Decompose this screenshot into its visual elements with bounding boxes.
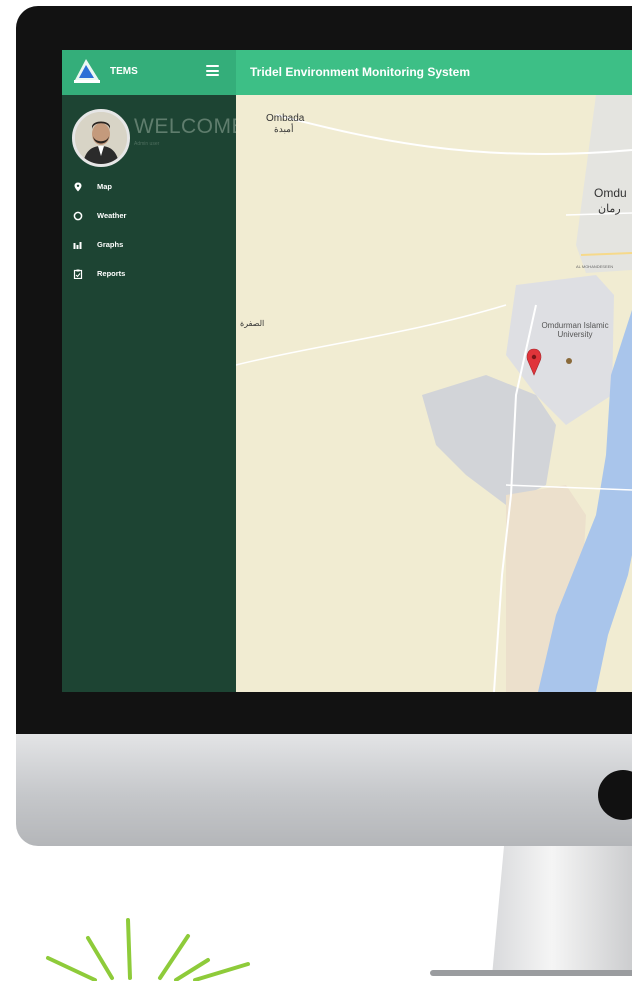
bar-chart-icon: [73, 242, 82, 249]
sidebar-item-map[interactable]: Map: [62, 177, 236, 206]
map-marker-icon: [74, 182, 82, 192]
brand-name: TEMS: [110, 66, 138, 77]
map-label-ombada-ar: أمبدة: [274, 124, 294, 134]
clipboard-icon: [73, 269, 83, 279]
welcome-subtitle: Admin user: [134, 141, 160, 147]
map-label-safra: الصفرة: [240, 319, 265, 328]
monitor-chin: [16, 734, 632, 846]
map-label-university: Omdurman Islamic University: [541, 321, 609, 339]
sidebar-item-label: Reports: [97, 269, 126, 278]
sidebar-item-label: Graphs: [97, 240, 124, 249]
map-label-ombada: Ombada: [266, 113, 305, 124]
app-title: Tridel Environment Monitoring System: [250, 65, 471, 79]
monitor-stand: [492, 846, 632, 976]
sidebar-nav: Map Weather Graphs Reports: [62, 177, 236, 293]
sidebar-item-weather[interactable]: Weather: [62, 206, 236, 235]
map-label-al-mohandesein: AL MOHANDESEEN: [576, 264, 614, 269]
brand-area: TEMS: [62, 50, 236, 95]
monitor-stand-base: [430, 970, 632, 976]
user-avatar-icon: [75, 112, 127, 164]
sparkle-decoration-icon: [46, 918, 250, 981]
top-bar: TEMS Tridel Environment Monitoring Syste…: [62, 50, 632, 95]
map-view[interactable]: Ombada أمبدة Omdu رمان الصفرة Omdurman I…: [235, 95, 632, 692]
map-canvas[interactable]: [235, 95, 632, 692]
circle-icon: [73, 211, 83, 221]
map-label-omdurman-ar: رمان: [598, 203, 621, 215]
sidebar-item-label: Weather: [97, 211, 127, 220]
hamburger-menu-icon[interactable]: [206, 65, 219, 76]
avatar[interactable]: [72, 109, 130, 167]
tems-logo-icon: [74, 59, 100, 83]
sidebar: WELCOME Admin user Map Weather Graphs Re…: [62, 95, 246, 692]
map-label-omdurman: Omdu: [594, 186, 627, 200]
sidebar-item-reports[interactable]: Reports: [62, 264, 236, 293]
sidebar-item-graphs[interactable]: Graphs: [62, 235, 236, 264]
welcome-title: WELCOME: [134, 115, 247, 138]
app-screen: TEMS Tridel Environment Monitoring Syste…: [62, 50, 632, 692]
sidebar-item-label: Map: [97, 182, 112, 191]
